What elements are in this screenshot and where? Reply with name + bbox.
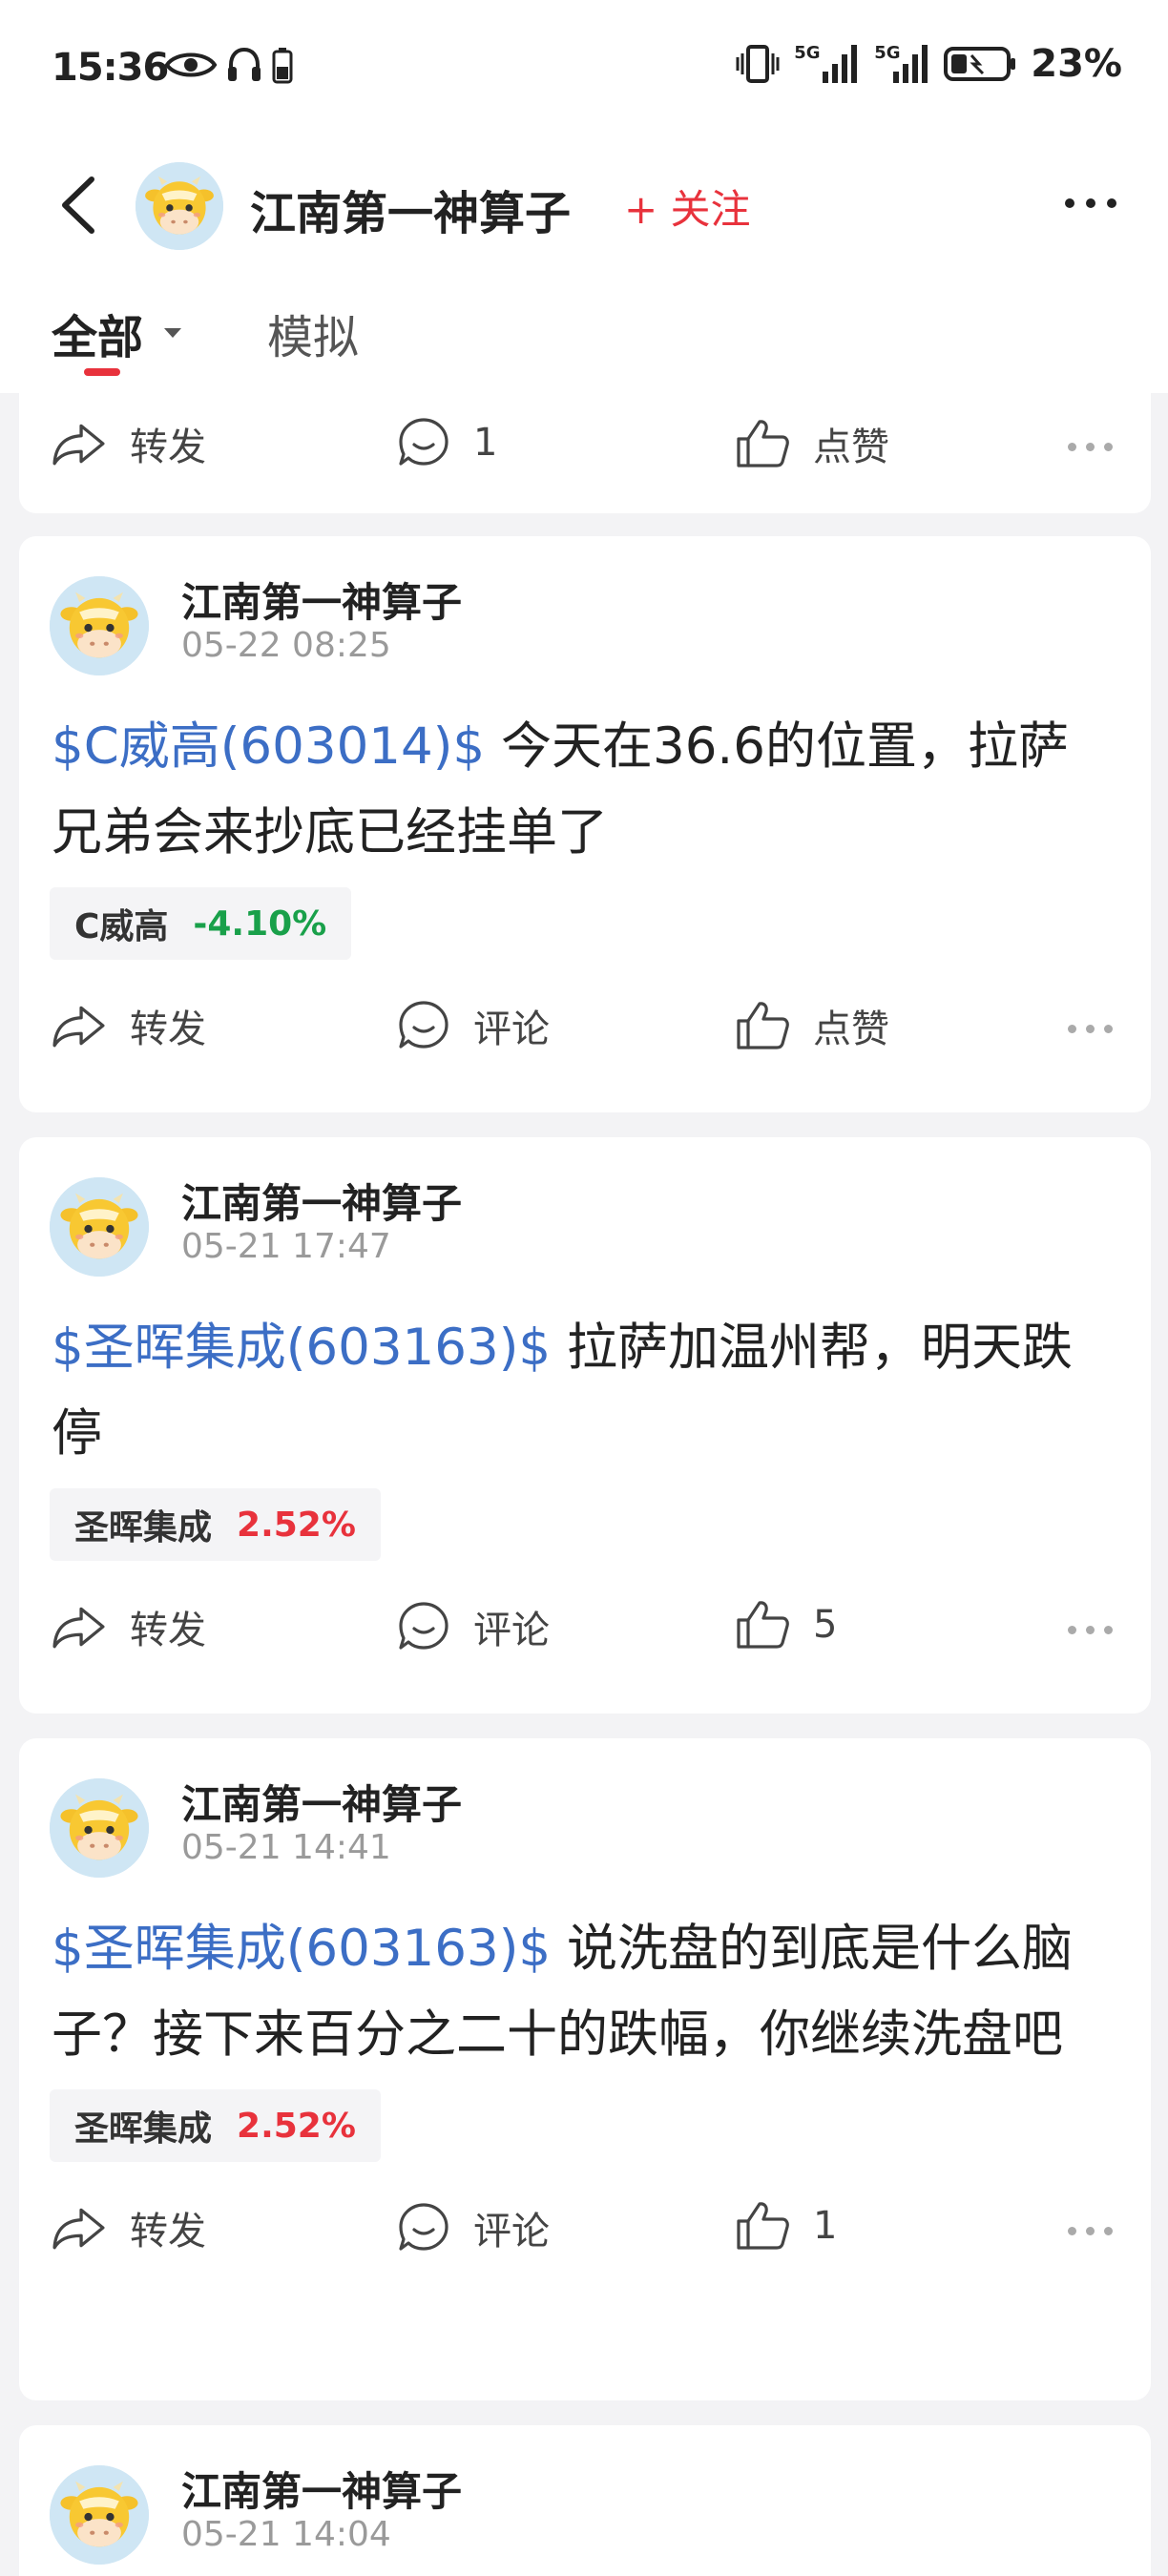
more-options-icon[interactable] bbox=[1068, 1025, 1113, 1033]
post-actions: 转发 评论 点赞 bbox=[19, 960, 1151, 1099]
forward-button[interactable]: 转发 bbox=[52, 416, 206, 471]
headphones-icon bbox=[228, 47, 261, 81]
like-button[interactable]: 点赞 bbox=[735, 416, 889, 471]
stock-change: 2.52% bbox=[237, 2106, 356, 2146]
more-options-icon[interactable] bbox=[1068, 443, 1113, 451]
more-options-icon[interactable] bbox=[1068, 2227, 1113, 2235]
comment-button[interactable]: 评论 bbox=[397, 2200, 550, 2255]
signal-icon: 5G bbox=[874, 43, 929, 85]
stock-chip[interactable]: 圣晖集成 2.52% bbox=[50, 1488, 381, 1561]
stock-name: 圣晖集成 bbox=[74, 2109, 213, 2149]
stock-change: -4.10% bbox=[193, 904, 327, 944]
avatar[interactable] bbox=[50, 2465, 149, 2565]
stock-link[interactable]: $圣晖集成(603163)$ bbox=[52, 1920, 551, 1978]
post-card: 江南第一神算子 05-22 08:25 $C威高(603014)$ 今天在36.… bbox=[19, 536, 1151, 1112]
active-tab-indicator bbox=[84, 368, 120, 376]
profile-header: 江南第一神算子 + 关注 bbox=[0, 141, 1168, 271]
post-card: 江南第一神算子 05-21 14:41 $圣晖集成(603163)$ 说洗盘的到… bbox=[19, 1738, 1151, 2400]
forward-icon bbox=[52, 2204, 107, 2252]
stock-chip[interactable]: C威高 -4.10% bbox=[50, 887, 352, 960]
avatar[interactable] bbox=[50, 1778, 149, 1878]
stock-change: 2.52% bbox=[237, 1505, 356, 1545]
post-time: 05-21 14:04 bbox=[181, 2515, 391, 2554]
comment-button[interactable]: 1 bbox=[397, 416, 497, 469]
battery-icon bbox=[944, 47, 1016, 81]
comment-icon bbox=[397, 1600, 450, 1653]
post-time: 05-21 17:47 bbox=[181, 1227, 391, 1266]
post-content[interactable]: $圣晖集成(603163)$ 说洗盘的到底是什么脑子？接下来百分之二十的跌幅，你… bbox=[19, 1906, 1151, 2078]
post-content[interactable]: $圣晖集成(603163)$ 拉萨加温州帮，明天跌停 bbox=[19, 1305, 1151, 1477]
like-button[interactable]: 5 bbox=[735, 1599, 837, 1651]
post-card: 江南第一神算子 05-21 17:47 $圣晖集成(603163)$ 拉萨加温州… bbox=[19, 1137, 1151, 1714]
more-options-icon[interactable] bbox=[1068, 1626, 1113, 1634]
battery-percent: 23% bbox=[1031, 42, 1122, 86]
comment-icon bbox=[397, 999, 450, 1052]
comment-icon bbox=[397, 416, 450, 469]
avatar[interactable] bbox=[50, 576, 149, 675]
like-icon bbox=[735, 418, 790, 469]
stock-link[interactable]: $圣晖集成(603163)$ bbox=[52, 1319, 551, 1377]
comment-icon bbox=[397, 2201, 450, 2254]
author-name[interactable]: 江南第一神算子 bbox=[181, 571, 462, 629]
forward-icon bbox=[52, 1002, 107, 1049]
stock-name: C威高 bbox=[74, 907, 169, 946]
avatar[interactable] bbox=[136, 162, 223, 250]
eye-icon bbox=[164, 52, 218, 77]
more-menu-icon[interactable] bbox=[1065, 198, 1116, 208]
stock-name: 圣晖集成 bbox=[74, 1508, 213, 1548]
status-bar: 15:36 5G 5G 23% bbox=[0, 0, 1168, 141]
signal-icon: 5G bbox=[794, 43, 861, 85]
post-actions: 转发 1 点赞 bbox=[19, 393, 1151, 513]
forward-button[interactable]: 转发 bbox=[52, 998, 206, 1053]
forward-button[interactable]: 转发 bbox=[52, 1599, 206, 1654]
post-actions: 转发 评论 5 bbox=[19, 1561, 1151, 1700]
author-name[interactable]: 江南第一神算子 bbox=[181, 1773, 462, 1831]
avatar[interactable] bbox=[50, 1177, 149, 1277]
battery-small-icon bbox=[272, 48, 293, 84]
tab-bar: 全部 模拟 bbox=[0, 271, 1168, 393]
like-icon bbox=[735, 1599, 790, 1651]
like-button[interactable]: 1 bbox=[735, 2200, 837, 2252]
vibrate-icon bbox=[736, 45, 780, 83]
post-actions: 转发 评论 1 bbox=[19, 2162, 1151, 2301]
post-card: 转发 1 点赞 bbox=[19, 393, 1151, 513]
tab-simulated[interactable]: 模拟 bbox=[267, 300, 359, 366]
like-icon bbox=[735, 1000, 790, 1051]
like-button[interactable]: 点赞 bbox=[735, 998, 889, 1053]
caret-down-icon[interactable] bbox=[164, 328, 181, 338]
back-icon[interactable] bbox=[52, 172, 109, 239]
author-name[interactable]: 江南第一神算子 bbox=[181, 2460, 462, 2518]
comment-button[interactable]: 评论 bbox=[397, 1599, 550, 1654]
forward-icon bbox=[52, 420, 107, 467]
status-time: 15:36 bbox=[52, 46, 169, 90]
forward-icon bbox=[52, 1603, 107, 1651]
page-title: 江南第一神算子 bbox=[250, 187, 572, 240]
comment-button[interactable]: 评论 bbox=[397, 998, 550, 1053]
post-card: 江南第一神算子 05-21 14:04 bbox=[19, 2425, 1151, 2576]
post-content[interactable]: $C威高(603014)$ 今天在36.6的位置，拉萨兄弟会来抄底已经挂单了 bbox=[19, 704, 1151, 876]
tab-all[interactable]: 全部 bbox=[52, 300, 143, 366]
stock-link[interactable]: $C威高(603014)$ bbox=[52, 717, 485, 776]
author-name[interactable]: 江南第一神算子 bbox=[181, 1172, 462, 1230]
post-time: 05-21 14:41 bbox=[181, 1828, 391, 1867]
post-time: 05-22 08:25 bbox=[181, 626, 391, 665]
forward-button[interactable]: 转发 bbox=[52, 2200, 206, 2255]
like-icon bbox=[735, 2200, 790, 2252]
stock-chip[interactable]: 圣晖集成 2.52% bbox=[50, 2089, 381, 2162]
follow-button[interactable]: + 关注 bbox=[624, 177, 751, 236]
